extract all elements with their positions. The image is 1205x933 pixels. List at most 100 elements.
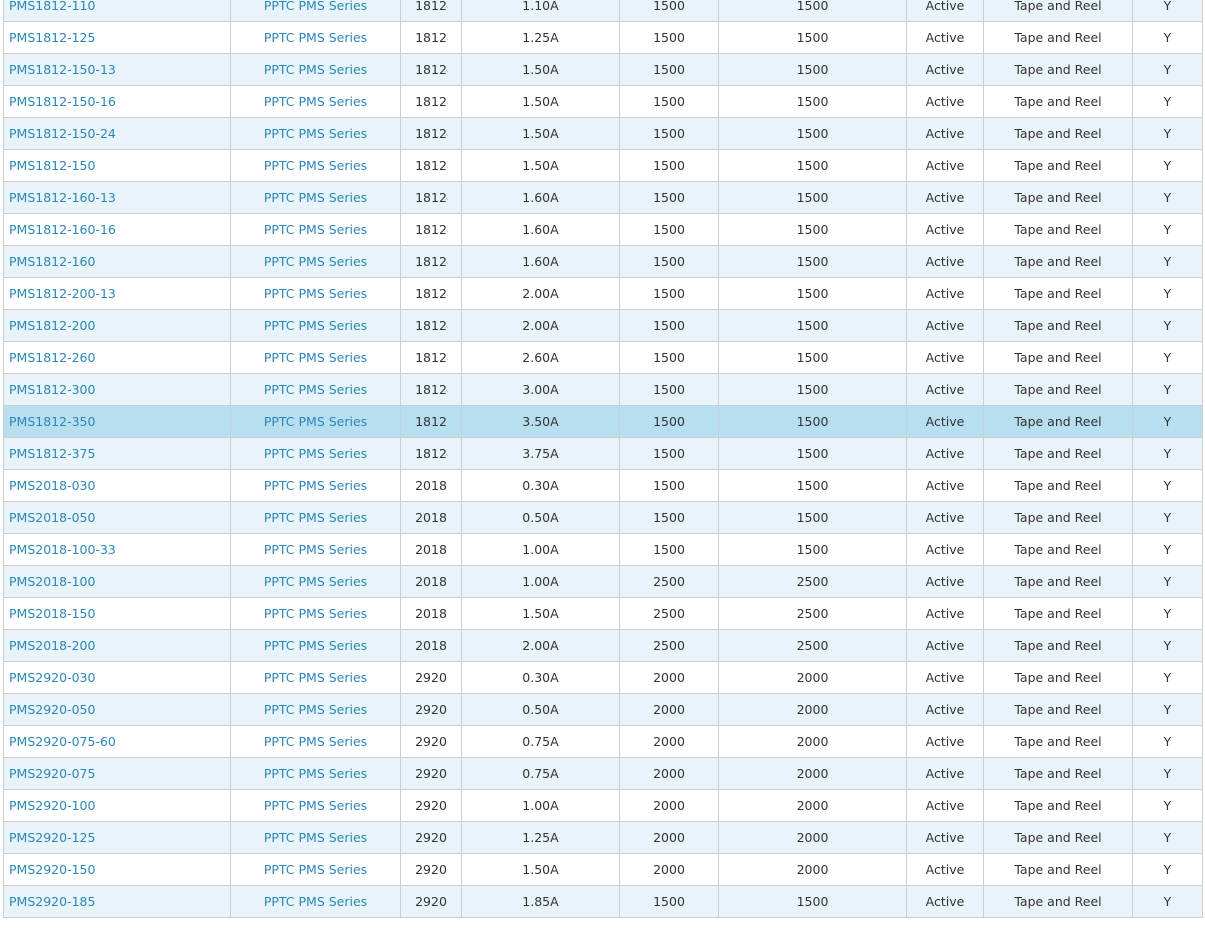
table-row[interactable]: PMS1812-150 PPTC PMS Series 1812 1.50A 1500 1… xyxy=(3,149,1203,182)
rohs-column-cell: Y xyxy=(1132,693,1203,726)
rohs-column-cell: Y xyxy=(1132,629,1203,662)
table-row[interactable]: PMS2920-100 PPTC PMS Series 2920 1.00A 2000 2… xyxy=(3,789,1203,822)
part-number-link[interactable]: PMS1812-160-16 xyxy=(9,222,116,237)
part-number-link[interactable]: PMS2920-030 xyxy=(9,670,95,685)
series-link[interactable]: PPTC PMS Series xyxy=(264,190,367,205)
table-row[interactable]: PMS1812-150-13 PPTC PMS Series 1812 1.50A 15… xyxy=(3,53,1203,86)
part-number-link[interactable]: PMS2018-150 xyxy=(9,606,95,621)
part-number-link[interactable]: PMS2920-185 xyxy=(9,894,95,909)
table-row[interactable]: PMS2018-100-33 PPTC PMS Series 2018 1.00A 15… xyxy=(3,533,1203,566)
table-row[interactable]: PMS1812-125 PPTC PMS Series 1812 1.25A 1500 1… xyxy=(3,21,1203,54)
table-row[interactable]: PMS1812-200 PPTC PMS Series 1812 2.00A 1500 1… xyxy=(3,309,1203,342)
series-link[interactable]: PPTC PMS Series xyxy=(264,158,367,173)
table-row[interactable]: PMS2920-185 PPTC PMS Series 2920 1.85A 1500 1… xyxy=(3,885,1203,918)
part-number-link[interactable]: PMS2018-100-33 xyxy=(9,542,116,557)
table-row[interactable]: PMS2018-050 PPTC PMS Series 2018 0.50A 1500 1… xyxy=(3,501,1203,534)
current-column-cell: 1.60A xyxy=(461,181,620,214)
qty2-column-cell: 1500 xyxy=(718,341,907,374)
series-link[interactable]: PPTC PMS Series xyxy=(264,798,367,813)
series-link[interactable]: PPTC PMS Series xyxy=(264,0,367,13)
table-row[interactable]: PMS2920-075-60 PPTC PMS Series 2920 0.75A 20… xyxy=(3,725,1203,758)
part-number-link[interactable]: PMS1812-150 xyxy=(9,158,95,173)
part-number-link[interactable]: PMS1812-350 xyxy=(9,414,95,429)
size-column-cell: 1812 xyxy=(400,149,462,182)
series-link[interactable]: PPTC PMS Series xyxy=(264,414,367,429)
table-row[interactable]: PMS2920-150 PPTC PMS Series 2920 1.50A 2000 2… xyxy=(3,853,1203,886)
series-link[interactable]: PPTC PMS Series xyxy=(264,222,367,237)
part-number-link[interactable]: PMS1812-260 xyxy=(9,350,95,365)
series-link[interactable]: PPTC PMS Series xyxy=(264,62,367,77)
part-number-link[interactable]: PMS2018-200 xyxy=(9,638,95,653)
table-row[interactable]: PMS1812-350 PPTC PMS Series 1812 3.50A 1500 1… xyxy=(3,405,1203,438)
table-row[interactable]: PMS2018-150 PPTC PMS Series 2018 1.50A 2500 2… xyxy=(3,597,1203,630)
part-number-link[interactable]: PMS2920-050 xyxy=(9,702,95,717)
series-link[interactable]: PPTC PMS Series xyxy=(264,830,367,845)
part-number-link[interactable]: PMS2920-100 xyxy=(9,798,95,813)
series-link[interactable]: PPTC PMS Series xyxy=(264,30,367,45)
series-link[interactable]: PPTC PMS Series xyxy=(264,510,367,525)
series-link[interactable]: PPTC PMS Series xyxy=(264,862,367,877)
part-number-link[interactable]: PMS2920-075 xyxy=(9,766,95,781)
table-row[interactable]: PMS2920-075 PPTC PMS Series 2920 0.75A 2000 2… xyxy=(3,757,1203,790)
series-link[interactable]: PPTC PMS Series xyxy=(264,574,367,589)
table-row[interactable]: PMS1812-375 PPTC PMS Series 1812 3.75A 1500 1… xyxy=(3,437,1203,470)
table-row[interactable]: PMS2018-100 PPTC PMS Series 2018 1.00A 2500 2… xyxy=(3,565,1203,598)
series-link[interactable]: PPTC PMS Series xyxy=(264,350,367,365)
series-column-cell: PPTC PMS Series xyxy=(230,693,401,726)
part-number-link[interactable]: PMS1812-375 xyxy=(9,446,95,461)
part-number-link[interactable]: PMS1812-160-13 xyxy=(9,190,116,205)
part-number-link[interactable]: PMS2018-050 xyxy=(9,510,95,525)
part-number-link[interactable]: PMS1812-150-16 xyxy=(9,94,116,109)
table-row[interactable]: PMS1812-300 PPTC PMS Series 1812 3.00A 1500 1… xyxy=(3,373,1203,406)
series-link[interactable]: PPTC PMS Series xyxy=(264,478,367,493)
qty1-column-cell: 2500 xyxy=(619,629,719,662)
table-row[interactable]: PMS1812-110 PPTC PMS Series 1812 1.10A 1500 1… xyxy=(3,0,1203,22)
part-number-link[interactable]: PMS1812-200-13 xyxy=(9,286,116,301)
part-number-link[interactable]: PMS1812-150-13 xyxy=(9,62,116,77)
series-link[interactable]: PPTC PMS Series xyxy=(264,126,367,141)
table-row[interactable]: PMS2920-030 PPTC PMS Series 2920 0.30A 2000 2… xyxy=(3,661,1203,694)
part-number-link[interactable]: PMS2920-150 xyxy=(9,862,95,877)
table-row[interactable]: PMS1812-150-16 PPTC PMS Series 1812 1.50A 15… xyxy=(3,85,1203,118)
part-number-link[interactable]: PMS1812-110 xyxy=(9,0,95,13)
series-link[interactable]: PPTC PMS Series xyxy=(264,734,367,749)
table-row[interactable]: PMS1812-200-13 PPTC PMS Series 1812 2.00A 15… xyxy=(3,277,1203,310)
table-row[interactable]: PMS2018-200 PPTC PMS Series 2018 2.00A 2500 2… xyxy=(3,629,1203,662)
series-link[interactable]: PPTC PMS Series xyxy=(264,542,367,557)
series-link[interactable]: PPTC PMS Series xyxy=(264,702,367,717)
series-link[interactable]: PPTC PMS Series xyxy=(264,766,367,781)
series-link[interactable]: PPTC PMS Series xyxy=(264,606,367,621)
series-link[interactable]: PPTC PMS Series xyxy=(264,638,367,653)
status-column-cell: Active xyxy=(906,693,984,726)
series-link[interactable]: PPTC PMS Series xyxy=(264,318,367,333)
series-link[interactable]: PPTC PMS Series xyxy=(264,94,367,109)
packaging-column-cell: Tape and Reel xyxy=(983,725,1133,758)
table-row[interactable]: PMS1812-260 PPTC PMS Series 1812 2.60A 1500 1… xyxy=(3,341,1203,374)
size-column-cell: 2920 xyxy=(400,853,462,886)
series-link[interactable]: PPTC PMS Series xyxy=(264,446,367,461)
table-row[interactable]: PMS2920-050 PPTC PMS Series 2920 0.50A 2000 2… xyxy=(3,693,1203,726)
table-row[interactable]: PMS1812-160-13 PPTC PMS Series 1812 1.60A 15… xyxy=(3,181,1203,214)
part-number-link[interactable]: PMS1812-300 xyxy=(9,382,95,397)
part-number-link[interactable]: PMS1812-150-24 xyxy=(9,126,116,141)
table-row[interactable]: PMS1812-150-24 PPTC PMS Series 1812 1.50A 15… xyxy=(3,117,1203,150)
table-row[interactable]: PMS2920-125 PPTC PMS Series 2920 1.25A 2000 2… xyxy=(3,821,1203,854)
part-number-link[interactable]: PMS1812-125 xyxy=(9,30,95,45)
series-link[interactable]: PPTC PMS Series xyxy=(264,286,367,301)
part-number-link[interactable]: PMS2920-125 xyxy=(9,830,95,845)
part-number-link[interactable]: PMS2920-075-60 xyxy=(9,734,116,749)
part-number-link[interactable]: PMS1812-200 xyxy=(9,318,95,333)
series-link[interactable]: PPTC PMS Series xyxy=(264,894,367,909)
part-number-link[interactable]: PMS1812-160 xyxy=(9,254,95,269)
table-row[interactable]: PMS1812-160 PPTC PMS Series 1812 1.60A 1500 1… xyxy=(3,245,1203,278)
part-column-cell: PMS1812-150-16 xyxy=(3,85,231,118)
table-row[interactable]: PMS2018-030 PPTC PMS Series 2018 0.30A 1500 1… xyxy=(3,469,1203,502)
series-link[interactable]: PPTC PMS Series xyxy=(264,670,367,685)
series-column-cell: PPTC PMS Series xyxy=(230,21,401,54)
rohs-column-cell: Y xyxy=(1132,53,1203,86)
part-number-link[interactable]: PMS2018-030 xyxy=(9,478,95,493)
part-number-link[interactable]: PMS2018-100 xyxy=(9,574,95,589)
series-link[interactable]: PPTC PMS Series xyxy=(264,254,367,269)
table-row[interactable]: PMS1812-160-16 PPTC PMS Series 1812 1.60A 15… xyxy=(3,213,1203,246)
series-link[interactable]: PPTC PMS Series xyxy=(264,382,367,397)
